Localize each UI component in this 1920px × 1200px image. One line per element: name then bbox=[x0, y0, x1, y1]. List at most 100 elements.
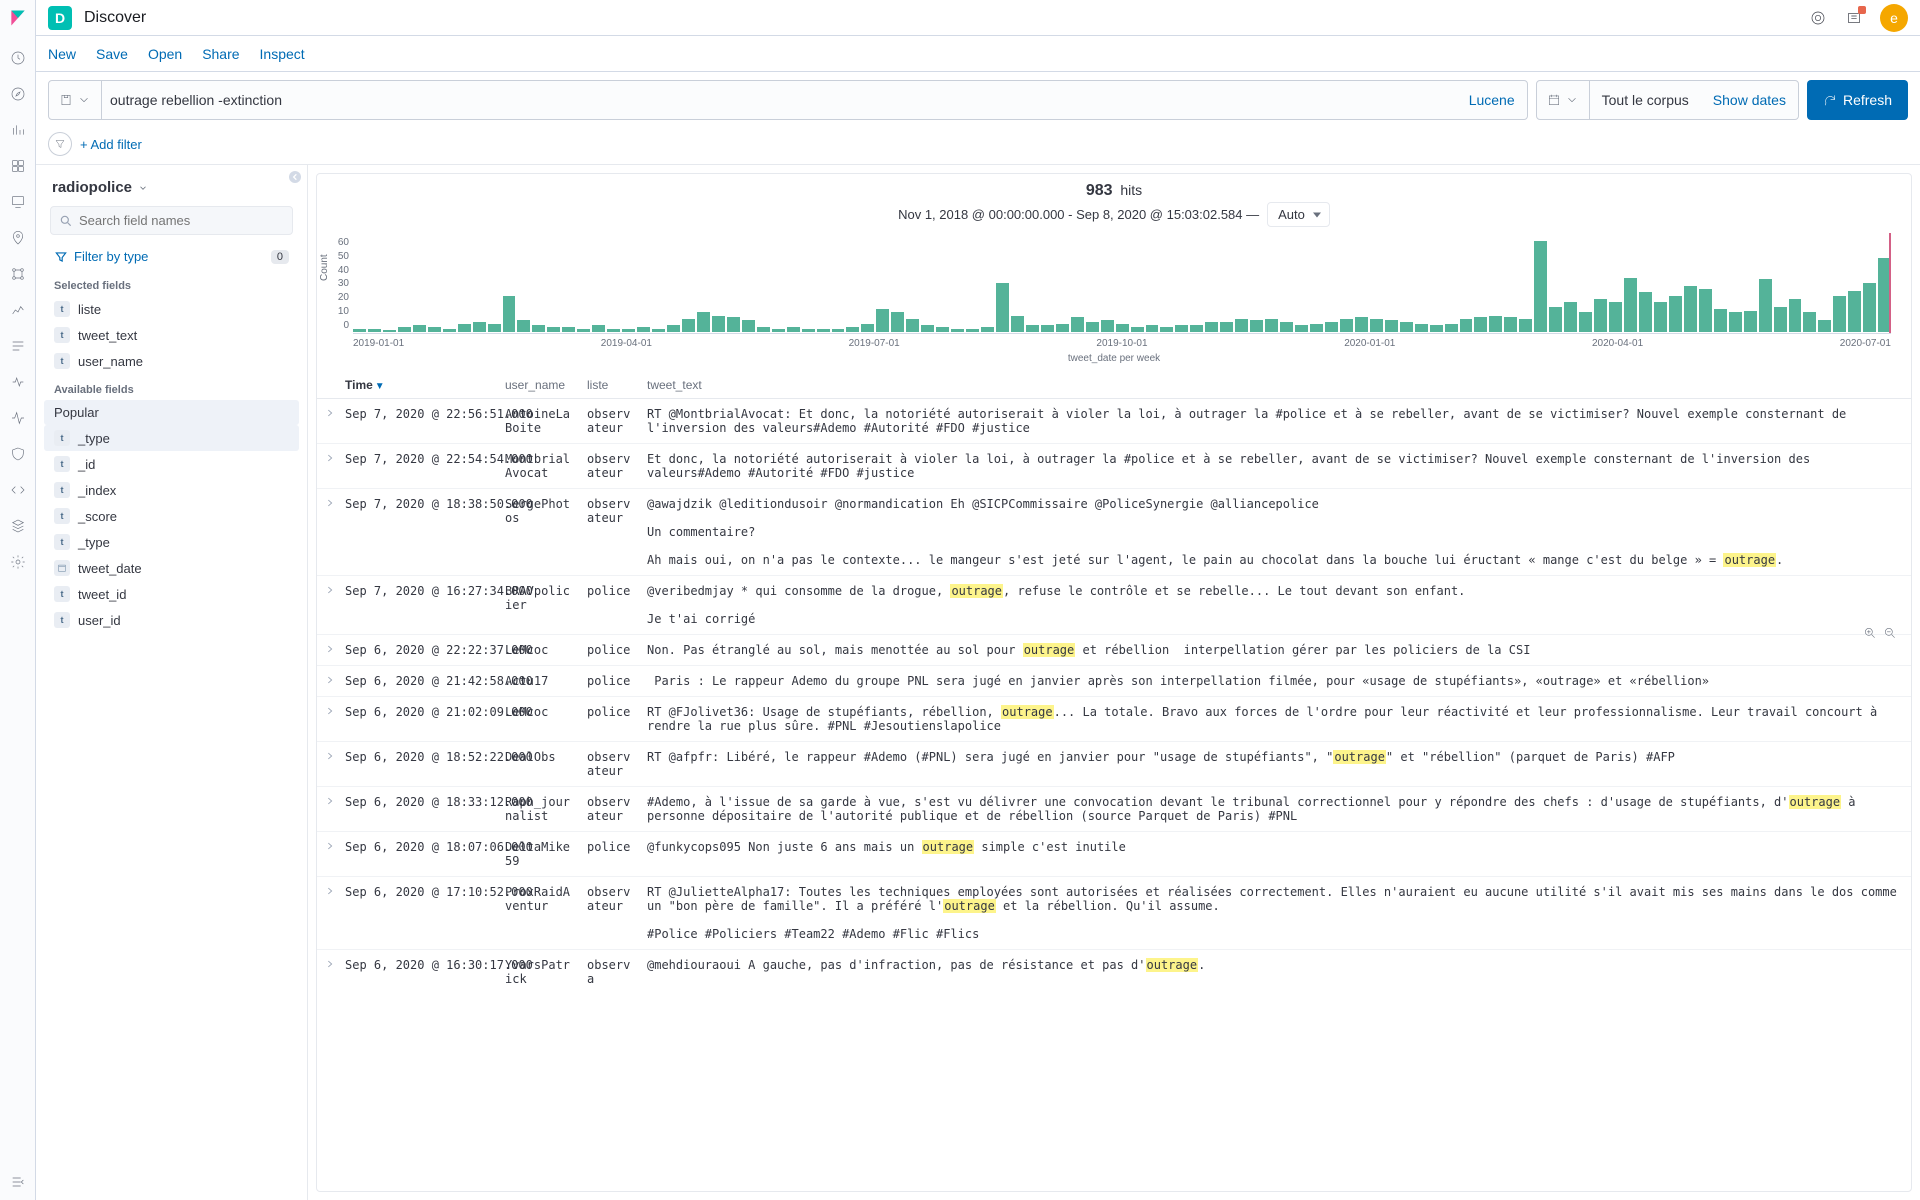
filter-by-type[interactable]: Filter by type 0 bbox=[44, 243, 299, 270]
table-row[interactable]: Sep 6, 2020 @ 16:30:17.000YvarsPatrickob… bbox=[317, 950, 1911, 995]
field-_index[interactable]: t_index bbox=[44, 477, 299, 503]
table-row[interactable]: Sep 6, 2020 @ 18:07:06.000DeltaMike59pol… bbox=[317, 832, 1911, 877]
histogram-bar[interactable] bbox=[1624, 278, 1637, 332]
histogram-bar[interactable] bbox=[682, 319, 695, 332]
histogram-bar[interactable] bbox=[1146, 325, 1159, 332]
help-icon[interactable] bbox=[1804, 4, 1832, 32]
histogram-bar[interactable] bbox=[757, 327, 770, 332]
histogram-bar[interactable] bbox=[1190, 325, 1203, 332]
date-range[interactable]: Tout le corpus bbox=[1590, 92, 1701, 108]
query-lang[interactable]: Lucene bbox=[1457, 92, 1527, 108]
histogram-bar[interactable] bbox=[592, 325, 605, 332]
nav-new[interactable]: New bbox=[48, 46, 76, 62]
index-pattern[interactable]: radiopolice bbox=[52, 179, 132, 196]
histogram-bar[interactable] bbox=[921, 325, 934, 332]
add-filter[interactable]: + Add filter bbox=[80, 137, 142, 152]
nav-open[interactable]: Open bbox=[148, 46, 182, 62]
interval-select[interactable]: Auto bbox=[1267, 202, 1330, 227]
histogram-bar[interactable] bbox=[1789, 299, 1802, 332]
histogram-bar[interactable] bbox=[607, 329, 620, 332]
histogram-bar[interactable] bbox=[1220, 322, 1233, 332]
user-avatar[interactable]: e bbox=[1880, 4, 1908, 32]
histogram-bar[interactable] bbox=[368, 329, 381, 332]
discover-icon[interactable] bbox=[8, 84, 28, 104]
saved-query-menu[interactable] bbox=[49, 81, 102, 119]
table-row[interactable]: Sep 6, 2020 @ 17:10:52.000ProxRaidAventu… bbox=[317, 877, 1911, 950]
histogram-bar[interactable] bbox=[936, 327, 949, 332]
field-_score[interactable]: t_score bbox=[44, 503, 299, 529]
table-row[interactable]: Sep 6, 2020 @ 21:02:09.000LeMcocpoliceRT… bbox=[317, 697, 1911, 742]
field-tweet_id[interactable]: ttweet_id bbox=[44, 581, 299, 607]
histogram-bar[interactable] bbox=[637, 327, 650, 332]
show-dates[interactable]: Show dates bbox=[1701, 92, 1798, 108]
histogram-bar[interactable] bbox=[1549, 307, 1562, 332]
histogram-bar[interactable] bbox=[996, 283, 1009, 333]
col-tweet[interactable]: tweet_text bbox=[639, 370, 1911, 399]
histogram-bar[interactable] bbox=[1041, 325, 1054, 332]
histogram-bar[interactable] bbox=[1729, 312, 1742, 332]
nav-save[interactable]: Save bbox=[96, 46, 128, 62]
expand-row[interactable] bbox=[317, 489, 337, 576]
histogram-bar[interactable] bbox=[1639, 292, 1652, 332]
histogram-bar[interactable] bbox=[562, 327, 575, 332]
histogram-bar[interactable] bbox=[1295, 325, 1308, 332]
table-row[interactable]: Sep 7, 2020 @ 22:54:54.000MontbrialAvoca… bbox=[317, 444, 1911, 489]
histogram-bar[interactable] bbox=[772, 329, 785, 332]
histogram-bar[interactable] bbox=[458, 324, 471, 332]
col-time[interactable]: Time▼ bbox=[337, 370, 497, 399]
histogram-bar[interactable] bbox=[1265, 319, 1278, 332]
expand-row[interactable] bbox=[317, 399, 337, 444]
histogram-bar[interactable] bbox=[846, 327, 859, 332]
histogram-bar[interactable] bbox=[1175, 325, 1188, 332]
histogram-bar[interactable] bbox=[1534, 241, 1547, 332]
dev-icon[interactable] bbox=[8, 480, 28, 500]
histogram-bar[interactable] bbox=[1803, 312, 1816, 332]
histogram-bar[interactable] bbox=[1878, 258, 1891, 332]
histogram-bar[interactable] bbox=[1594, 299, 1607, 332]
histogram-bar[interactable] bbox=[1355, 317, 1368, 332]
histogram-bar[interactable] bbox=[503, 296, 516, 332]
nav-inspect[interactable]: Inspect bbox=[260, 46, 305, 62]
histogram-bar[interactable] bbox=[1250, 320, 1263, 332]
histogram-bar[interactable] bbox=[1340, 319, 1353, 332]
histogram-bar[interactable] bbox=[787, 327, 800, 332]
col-liste[interactable]: liste bbox=[579, 370, 639, 399]
histogram-bar[interactable] bbox=[727, 317, 740, 332]
histogram-bar[interactable] bbox=[1714, 309, 1727, 332]
field-_type[interactable]: t_type bbox=[44, 529, 299, 555]
histogram-bar[interactable] bbox=[906, 319, 919, 332]
histogram-bar[interactable] bbox=[802, 329, 815, 332]
expand-row[interactable] bbox=[317, 697, 337, 742]
expand-row[interactable] bbox=[317, 576, 337, 635]
histogram-bar[interactable] bbox=[488, 324, 501, 332]
histogram-bar[interactable] bbox=[861, 324, 874, 332]
histogram-bar[interactable] bbox=[742, 320, 755, 332]
histogram-bar[interactable] bbox=[1086, 322, 1099, 332]
filter-menu-icon[interactable] bbox=[48, 132, 72, 156]
histogram-bar[interactable] bbox=[1160, 327, 1173, 332]
visualize-icon[interactable] bbox=[8, 120, 28, 140]
histogram-bar[interactable] bbox=[712, 316, 725, 332]
histogram-bar[interactable] bbox=[398, 327, 411, 332]
field-search-input[interactable] bbox=[79, 213, 284, 228]
table-row[interactable]: Sep 7, 2020 @ 16:27:34.000BRAVpolicierpo… bbox=[317, 576, 1911, 635]
histogram-bar[interactable] bbox=[951, 329, 964, 332]
histogram-bar[interactable] bbox=[1863, 283, 1876, 333]
histogram-bar[interactable] bbox=[353, 329, 366, 332]
nav-share[interactable]: Share bbox=[202, 46, 239, 62]
expand-row[interactable] bbox=[317, 832, 337, 877]
histogram-bar[interactable] bbox=[517, 320, 530, 332]
field-_type[interactable]: t_type bbox=[44, 425, 299, 451]
query-input[interactable] bbox=[102, 82, 1457, 118]
histogram-bar[interactable] bbox=[1669, 296, 1682, 332]
histogram-bar[interactable] bbox=[1310, 324, 1323, 332]
table-row[interactable]: Sep 6, 2020 @ 21:42:58.000Actu17police P… bbox=[317, 666, 1911, 697]
histogram-bar[interactable] bbox=[1460, 319, 1473, 332]
histogram-bar[interactable] bbox=[876, 309, 889, 332]
canvas-icon[interactable] bbox=[8, 192, 28, 212]
histogram-bar[interactable] bbox=[1056, 324, 1069, 332]
histogram-bar[interactable] bbox=[1489, 316, 1502, 332]
histogram-bar[interactable] bbox=[1026, 325, 1039, 332]
kibana-logo[interactable] bbox=[8, 8, 28, 28]
histogram-bar[interactable] bbox=[577, 329, 590, 332]
